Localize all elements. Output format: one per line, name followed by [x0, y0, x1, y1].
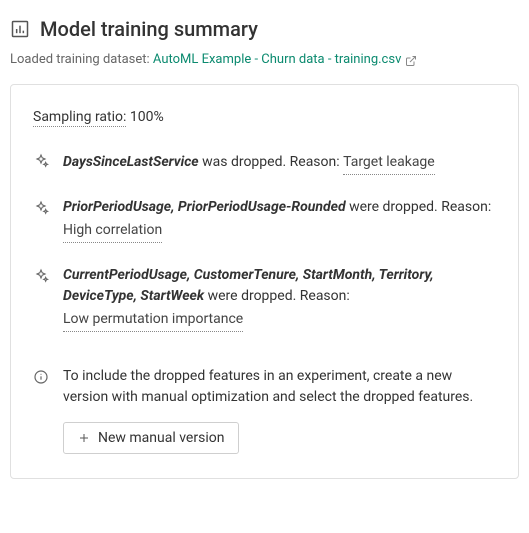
drop-suffix: were dropped. Reason: [204, 288, 350, 304]
header: Model training summary [10, 14, 519, 44]
new-manual-version-button[interactable]: New manual version [63, 422, 239, 454]
sampling-value: 100% [130, 109, 164, 125]
plus-icon [78, 432, 90, 444]
sparkle-icon [33, 200, 49, 216]
drop-suffix: were dropped. Reason: [346, 199, 492, 215]
page-title: Model training summary [40, 14, 258, 44]
info-text: To include the dropped features in an ex… [63, 366, 496, 408]
sparkle-icon [33, 153, 49, 169]
info-icon [33, 369, 49, 385]
new-button-label: New manual version [98, 430, 224, 446]
drop-item: CurrentPeriodUsage, CustomerTenure, Star… [33, 265, 496, 332]
bar-chart-icon [10, 19, 30, 39]
dropped-feature-names: PriorPeriodUsage, PriorPeriodUsage-Round… [63, 199, 346, 215]
drop-text: CurrentPeriodUsage, CustomerTenure, Star… [63, 265, 496, 332]
dataset-link-text: AutoML Example - Churn data - training.c… [153, 50, 401, 70]
dataset-row: Loaded training dataset: AutoML Example … [10, 50, 519, 70]
dropped-feature-names: DaysSinceLastService [63, 154, 199, 170]
dataset-link[interactable]: AutoML Example - Churn data - training.c… [153, 50, 417, 70]
info-block: To include the dropped features in an ex… [33, 366, 496, 454]
external-link-icon [405, 54, 417, 66]
summary-card: Sampling ratio: 100% DaysSinceLastServic… [10, 84, 519, 479]
dataset-prefix: Loaded training dataset: [10, 52, 153, 67]
drop-text: DaysSinceLastService was dropped. Reason… [63, 150, 435, 175]
drop-item: PriorPeriodUsage, PriorPeriodUsage-Round… [33, 197, 496, 243]
drop-reason[interactable]: Low permutation importance [63, 309, 243, 332]
info-content: To include the dropped features in an ex… [63, 366, 496, 454]
dropped-features-list: DaysSinceLastService was dropped. Reason… [33, 150, 496, 332]
sampling-ratio: Sampling ratio: 100% [33, 107, 496, 128]
sparkle-icon [33, 268, 49, 284]
sampling-label: Sampling ratio: [33, 109, 126, 127]
drop-suffix: was dropped. Reason: [199, 154, 343, 170]
drop-text: PriorPeriodUsage, PriorPeriodUsage-Round… [63, 197, 491, 243]
drop-reason[interactable]: Target leakage [343, 152, 435, 175]
drop-item: DaysSinceLastService was dropped. Reason… [33, 150, 496, 175]
drop-reason[interactable]: High correlation [63, 220, 162, 243]
